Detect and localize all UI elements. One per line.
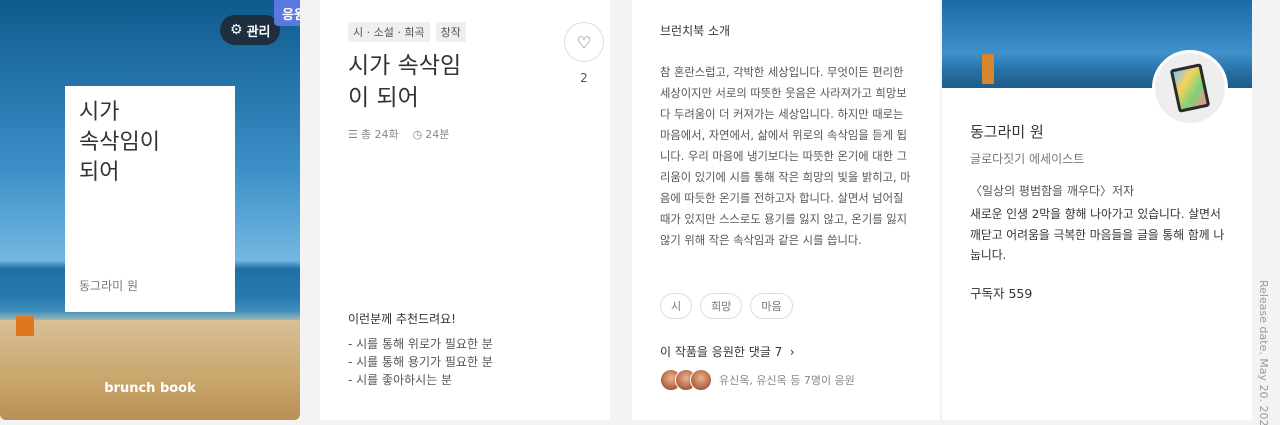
banner-lighthouse [982, 54, 994, 84]
cover-title: 시가 속삭임이 되어 [79, 100, 160, 185]
episode-count: 총 24화 [360, 128, 399, 141]
cheer-comments-link[interactable]: 이 작품을 응원한 댓글 7 › [660, 343, 795, 360]
gear-icon: ⚙ [230, 22, 243, 38]
tablet-icon [1169, 63, 1211, 113]
like-button[interactable]: ♡ [564, 22, 604, 62]
subscriber-count: 구독자 559 [970, 286, 1033, 301]
recommend-title: 이런분께 추천드려요! [348, 312, 456, 326]
genre-tags: 시 · 소설 · 희곡 창작 [348, 22, 466, 42]
cheer-comments-label: 이 작품을 응원한 댓글 7 [660, 345, 783, 359]
author-book: 〈일상의 평범함을 깨우다〉저자 [970, 184, 1135, 198]
supporters-text: 유신옥, 유신옥 등 7명이 응원 [719, 374, 855, 387]
keyword-chip[interactable]: 시 [660, 293, 693, 319]
keyword-chip[interactable]: 마음 [750, 293, 793, 319]
avatar [690, 369, 712, 391]
like-count: 2 [580, 71, 588, 85]
keyword-chip[interactable]: 희망 [700, 293, 743, 319]
heart-icon: ♡ [576, 32, 592, 52]
manage-button[interactable]: ⚙ 관리 [220, 15, 281, 45]
author-role: 글로다짓기 에세이스트 [970, 152, 1085, 166]
cover-beach-chair [16, 316, 34, 336]
read-time: 24분 [425, 128, 450, 141]
list-item: - 시를 통해 위로가 필요한 분 [348, 337, 493, 351]
author-panel: 동그라미 원 글로다짓기 에세이스트 〈일상의 평범함을 깨우다〉저자 새로운 … [942, 0, 1252, 420]
chevron-right-icon: › [786, 345, 795, 359]
recommend-list: - 시를 통해 위로가 필요한 분 - 시를 통해 용기가 필요한 분 - 시를… [348, 335, 493, 389]
list-item: - 시를 좋아하시는 분 [348, 373, 453, 387]
cover-beach [0, 320, 300, 420]
genre-tag[interactable]: 창작 [435, 22, 466, 42]
list-icon: ☰ [348, 128, 358, 141]
book-cover: ⚙ 관리 응원 시가 속삭임이 되어 동그라미 원 brunch book [0, 0, 300, 420]
book-title: 시가 속삭임 이 되어 [348, 53, 462, 111]
support-badge: 응원 [274, 0, 300, 26]
clock-icon: ◷ [412, 128, 423, 141]
genre-tag[interactable]: 시 · 소설 · 희곡 [348, 22, 430, 42]
author-avatar[interactable] [1152, 50, 1228, 126]
keyword-list: 시 희망 마음 [660, 293, 793, 319]
manage-label: 관리 [246, 24, 271, 40]
book-info-panel: 시 · 소설 · 희곡 창작 시가 속삭임 이 되어 ☰ 총 24화 ◷ 24분 ♡ … [320, 0, 610, 420]
cover-card: 시가 속삭임이 되어 동그라미 원 [65, 86, 235, 312]
book-meta: ☰ 총 24화 ◷ 24분 [348, 126, 449, 142]
brunch-book-logo: brunch book [104, 381, 196, 396]
release-date: Release date. May 20. 2025 [1257, 280, 1270, 425]
cover-author: 동그라미 원 [79, 279, 139, 293]
list-item: - 시를 통해 용기가 필요한 분 [348, 355, 493, 369]
supporters[interactable]: 유신옥, 유신옥 등 7명이 응원 [660, 369, 855, 391]
intro-description: 참 혼란스럽고, 각박한 세상입니다. 무엇이든 편리한 세상이지만 서로의 따… [660, 66, 911, 247]
intro-heading: 브런치북 소개 [660, 24, 731, 38]
author-name[interactable]: 동그라미 원 [970, 121, 1044, 142]
author-bio: 새로운 인생 2막을 향해 나아가고 있습니다. 살면서 깨닫고 어려움을 극복… [970, 207, 1225, 262]
intro-panel: 브런치북 소개 참 혼란스럽고, 각박한 세상입니다. 무엇이든 편리한 세상이… [632, 0, 940, 420]
